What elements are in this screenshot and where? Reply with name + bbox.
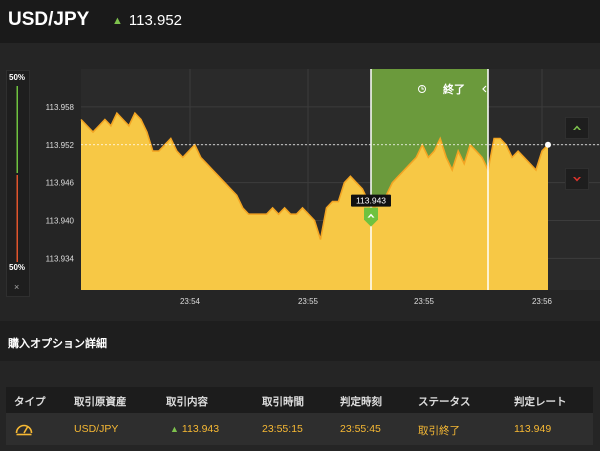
high-arrow-icon (573, 125, 581, 130)
header-judge-time: 判定時刻 (340, 396, 382, 408)
y-tick-label: 113.952 (46, 141, 75, 150)
y-tick-label: 113.934 (46, 254, 75, 263)
expired-label: 終了 (443, 82, 465, 96)
high-button[interactable] (565, 117, 589, 139)
row-content: ▲ 113.943 (170, 423, 219, 435)
y-tick-label: 113.958 (46, 103, 75, 112)
gauge-low-bar (16, 175, 18, 262)
header-trade-time: 取引時間 (262, 396, 304, 408)
gauge-top-label: 50% (9, 73, 26, 82)
x-tick-label: 23:56 (532, 297, 553, 306)
row-status: 取引終了 (418, 425, 460, 437)
y-tick-label: 113.946 (46, 179, 75, 188)
row-judge-rate: 113.949 (514, 423, 552, 435)
up-arrow-icon: ▲ (170, 424, 179, 434)
low-button[interactable] (565, 168, 589, 190)
purchase-details-section: 購入オプション詳細 (0, 321, 600, 361)
gauge-bars (16, 86, 18, 262)
x-tick-label: 23:55 (298, 297, 319, 306)
price-chart[interactable]: 113.958 113.952 113.946 113.940 113.934 23:54… (0, 0, 600, 321)
table-row[interactable]: USD/JPY ▲ 113.943 23:55:15 23:55:45 取引終了 … (6, 413, 593, 445)
y-tick-label: 113.940 (46, 217, 75, 226)
header-content: 取引内容 (166, 396, 208, 408)
x-tick-label: 23:55 (414, 297, 435, 306)
gauge-high-bar (16, 86, 18, 173)
entry-rate-label: 113.943 (356, 196, 386, 206)
header-type: タイプ (14, 396, 46, 408)
row-asset: USD/JPY (74, 423, 119, 435)
section-title: 購入オプション詳細 (8, 338, 107, 350)
gauge-icon (15, 424, 33, 436)
header-judge-rate: 判定レート (514, 396, 567, 408)
row-content-value: 113.943 (181, 423, 220, 435)
gauge-bottom-label: 50% (9, 263, 26, 272)
x-tick-label: 23:54 (180, 297, 201, 306)
header-asset: 取引原資産 (74, 396, 127, 408)
table-header: タイプ 取引原資産 取引内容 取引時間 判定時刻 ステータス 判定レート (6, 387, 593, 413)
low-arrow-icon (573, 177, 581, 182)
gauge-close-icon[interactable]: × (14, 282, 19, 292)
current-rate-dot (545, 141, 551, 148)
row-judge-time: 23:55:45 (340, 423, 381, 435)
row-trade-time: 23:55:15 (262, 423, 303, 435)
header-status: ステータス (418, 396, 471, 408)
